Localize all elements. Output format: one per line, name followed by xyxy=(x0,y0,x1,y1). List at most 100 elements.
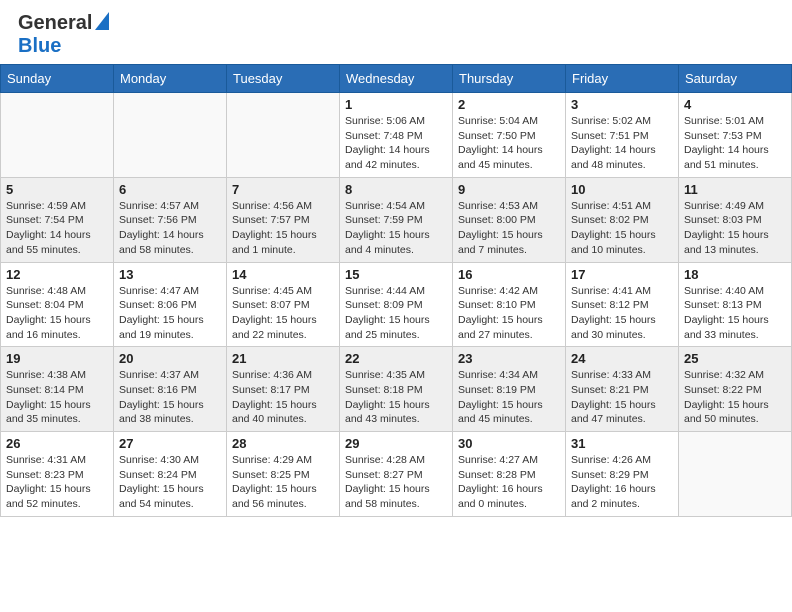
day-info: Sunrise: 4:42 AMSunset: 8:10 PMDaylight:… xyxy=(458,284,560,343)
day-number: 31 xyxy=(571,436,673,451)
calendar-cell: 2 Sunrise: 5:04 AMSunset: 7:50 PMDaylight… xyxy=(453,93,566,178)
day-info: Sunrise: 5:01 AMSunset: 7:53 PMDaylight:… xyxy=(684,114,786,173)
day-number: 22 xyxy=(345,351,447,366)
day-info: Sunrise: 4:32 AMSunset: 8:22 PMDaylight:… xyxy=(684,368,786,427)
calendar-cell xyxy=(114,93,227,178)
calendar-cell: 27 Sunrise: 4:30 AMSunset: 8:24 PMDayligh… xyxy=(114,432,227,517)
calendar-cell: 14 Sunrise: 4:45 AMSunset: 8:07 PMDayligh… xyxy=(227,262,340,347)
day-number: 16 xyxy=(458,267,560,282)
calendar-week-row: 5 Sunrise: 4:59 AMSunset: 7:54 PMDaylight… xyxy=(1,177,792,262)
calendar-week-row: 12Sunrise: 4:48 AMSunset: 8:04 PMDayligh… xyxy=(1,262,792,347)
day-number: 14 xyxy=(232,267,334,282)
weekday-header-thursday: Thursday xyxy=(453,65,566,93)
day-info: Sunrise: 4:30 AMSunset: 8:24 PMDaylight:… xyxy=(119,453,221,512)
calendar-cell: 1 Sunrise: 5:06 AMSunset: 7:48 PMDaylight… xyxy=(340,93,453,178)
day-info: Sunrise: 4:37 AMSunset: 8:16 PMDaylight:… xyxy=(119,368,221,427)
day-info: Sunrise: 4:51 AMSunset: 8:02 PMDaylight:… xyxy=(571,199,673,258)
day-info: Sunrise: 4:54 AMSunset: 7:59 PMDaylight:… xyxy=(345,199,447,258)
day-number: 6 xyxy=(119,182,221,197)
day-info: Sunrise: 4:57 AMSunset: 7:56 PMDaylight:… xyxy=(119,199,221,258)
calendar-week-row: 19Sunrise: 4:38 AMSunset: 8:14 PMDayligh… xyxy=(1,347,792,432)
calendar-cell: 28 Sunrise: 4:29 AMSunset: 8:25 PMDayligh… xyxy=(227,432,340,517)
day-number: 9 xyxy=(458,182,560,197)
day-number: 2 xyxy=(458,97,560,112)
calendar-cell: 29 Sunrise: 4:28 AMSunset: 8:27 PMDayligh… xyxy=(340,432,453,517)
day-info: Sunrise: 4:26 AMSunset: 8:29 PMDaylight:… xyxy=(571,453,673,512)
calendar-week-row: 26 Sunrise: 4:31 AMSunset: 8:23 PMDayligh… xyxy=(1,432,792,517)
day-number: 26 xyxy=(6,436,108,451)
calendar-cell: 15Sunrise: 4:44 AMSunset: 8:09 PMDayligh… xyxy=(340,262,453,347)
calendar-cell: 12Sunrise: 4:48 AMSunset: 8:04 PMDayligh… xyxy=(1,262,114,347)
day-number: 3 xyxy=(571,97,673,112)
day-info: Sunrise: 4:53 AMSunset: 8:00 PMDaylight:… xyxy=(458,199,560,258)
day-info: Sunrise: 4:31 AMSunset: 8:23 PMDaylight:… xyxy=(6,453,108,512)
calendar-week-row: 1 Sunrise: 5:06 AMSunset: 7:48 PMDaylight… xyxy=(1,93,792,178)
day-number: 19 xyxy=(6,351,108,366)
weekday-header-row: SundayMondayTuesdayWednesdayThursdayFrid… xyxy=(1,65,792,93)
day-number: 8 xyxy=(345,182,447,197)
calendar-cell: 8 Sunrise: 4:54 AMSunset: 7:59 PMDaylight… xyxy=(340,177,453,262)
day-info: Sunrise: 4:29 AMSunset: 8:25 PMDaylight:… xyxy=(232,453,334,512)
day-info: Sunrise: 4:33 AMSunset: 8:21 PMDaylight:… xyxy=(571,368,673,427)
day-number: 27 xyxy=(119,436,221,451)
calendar-cell: 5 Sunrise: 4:59 AMSunset: 7:54 PMDaylight… xyxy=(1,177,114,262)
day-info: Sunrise: 4:28 AMSunset: 8:27 PMDaylight:… xyxy=(345,453,447,512)
day-number: 25 xyxy=(684,351,786,366)
calendar-cell xyxy=(1,93,114,178)
day-number: 11 xyxy=(684,182,786,197)
day-number: 13 xyxy=(119,267,221,282)
calendar-cell: 25 Sunrise: 4:32 AMSunset: 8:22 PMDayligh… xyxy=(679,347,792,432)
calendar-cell: 21 Sunrise: 4:36 AMSunset: 8:17 PMDayligh… xyxy=(227,347,340,432)
day-number: 23 xyxy=(458,351,560,366)
day-info: Sunrise: 4:56 AMSunset: 7:57 PMDaylight:… xyxy=(232,199,334,258)
page-header: General Blue xyxy=(0,0,792,64)
calendar-cell: 24 Sunrise: 4:33 AMSunset: 8:21 PMDayligh… xyxy=(566,347,679,432)
day-info: Sunrise: 4:35 AMSunset: 8:18 PMDaylight:… xyxy=(345,368,447,427)
day-info: Sunrise: 4:27 AMSunset: 8:28 PMDaylight:… xyxy=(458,453,560,512)
day-info: Sunrise: 4:47 AMSunset: 8:06 PMDaylight:… xyxy=(119,284,221,343)
day-info: Sunrise: 4:45 AMSunset: 8:07 PMDaylight:… xyxy=(232,284,334,343)
day-number: 30 xyxy=(458,436,560,451)
calendar-cell: 11 Sunrise: 4:49 AMSunset: 8:03 PMDayligh… xyxy=(679,177,792,262)
day-info: Sunrise: 5:06 AMSunset: 7:48 PMDaylight:… xyxy=(345,114,447,173)
day-number: 24 xyxy=(571,351,673,366)
day-info: Sunrise: 4:59 AMSunset: 7:54 PMDaylight:… xyxy=(6,199,108,258)
calendar-cell: 31 Sunrise: 4:26 AMSunset: 8:29 PMDayligh… xyxy=(566,432,679,517)
calendar-table: SundayMondayTuesdayWednesdayThursdayFrid… xyxy=(0,64,792,517)
calendar-cell: 6 Sunrise: 4:57 AMSunset: 7:56 PMDaylight… xyxy=(114,177,227,262)
calendar-cell: 7Sunrise: 4:56 AMSunset: 7:57 PMDaylight… xyxy=(227,177,340,262)
day-info: Sunrise: 4:36 AMSunset: 8:17 PMDaylight:… xyxy=(232,368,334,427)
day-number: 17 xyxy=(571,267,673,282)
calendar-cell: 13 Sunrise: 4:47 AMSunset: 8:06 PMDayligh… xyxy=(114,262,227,347)
day-info: Sunrise: 4:49 AMSunset: 8:03 PMDaylight:… xyxy=(684,199,786,258)
day-number: 5 xyxy=(6,182,108,197)
weekday-header-wednesday: Wednesday xyxy=(340,65,453,93)
day-info: Sunrise: 5:04 AMSunset: 7:50 PMDaylight:… xyxy=(458,114,560,173)
day-info: Sunrise: 4:44 AMSunset: 8:09 PMDaylight:… xyxy=(345,284,447,343)
day-info: Sunrise: 4:41 AMSunset: 8:12 PMDaylight:… xyxy=(571,284,673,343)
day-number: 28 xyxy=(232,436,334,451)
day-number: 29 xyxy=(345,436,447,451)
calendar-cell: 3 Sunrise: 5:02 AMSunset: 7:51 PMDaylight… xyxy=(566,93,679,178)
calendar-cell: 19Sunrise: 4:38 AMSunset: 8:14 PMDayligh… xyxy=(1,347,114,432)
logo: General Blue xyxy=(18,12,109,58)
calendar-cell: 26 Sunrise: 4:31 AMSunset: 8:23 PMDayligh… xyxy=(1,432,114,517)
calendar-cell: 18Sunrise: 4:40 AMSunset: 8:13 PMDayligh… xyxy=(679,262,792,347)
day-number: 1 xyxy=(345,97,447,112)
day-number: 4 xyxy=(684,97,786,112)
calendar-cell: 23 Sunrise: 4:34 AMSunset: 8:19 PMDayligh… xyxy=(453,347,566,432)
calendar-cell: 20Sunrise: 4:37 AMSunset: 8:16 PMDayligh… xyxy=(114,347,227,432)
logo-blue: Blue xyxy=(18,35,61,57)
logo-general: General xyxy=(18,12,92,35)
calendar-cell: 17 Sunrise: 4:41 AMSunset: 8:12 PMDayligh… xyxy=(566,262,679,347)
day-info: Sunrise: 5:02 AMSunset: 7:51 PMDaylight:… xyxy=(571,114,673,173)
weekday-header-sunday: Sunday xyxy=(1,65,114,93)
day-info: Sunrise: 4:34 AMSunset: 8:19 PMDaylight:… xyxy=(458,368,560,427)
day-number: 18 xyxy=(684,267,786,282)
weekday-header-tuesday: Tuesday xyxy=(227,65,340,93)
day-number: 21 xyxy=(232,351,334,366)
calendar-cell xyxy=(679,432,792,517)
logo-triangle-icon xyxy=(95,12,109,35)
calendar-cell: 10Sunrise: 4:51 AMSunset: 8:02 PMDayligh… xyxy=(566,177,679,262)
calendar-cell xyxy=(227,93,340,178)
